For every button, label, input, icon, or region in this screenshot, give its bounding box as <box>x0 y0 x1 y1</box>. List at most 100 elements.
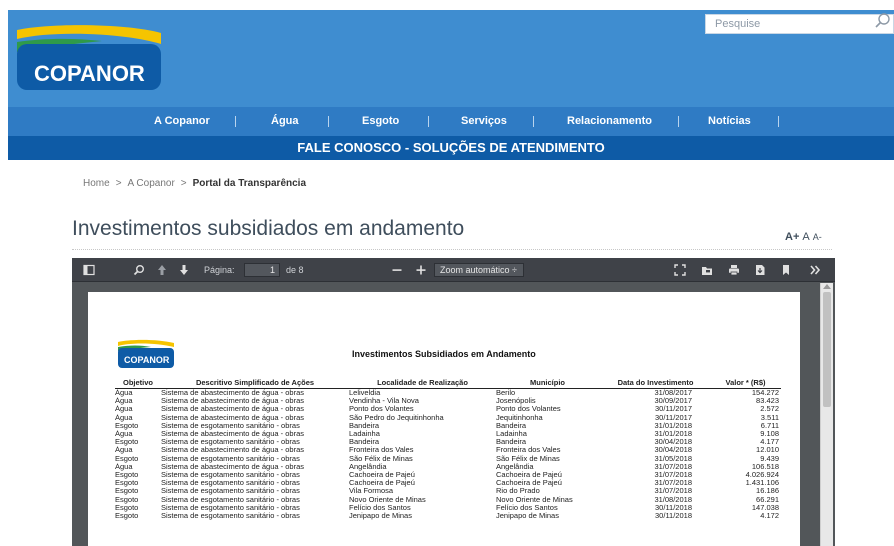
cell-objetivo: Esgoto <box>115 471 139 480</box>
nav-item-noticias[interactable]: Notícias <box>708 115 751 127</box>
find-icon[interactable] <box>132 263 146 277</box>
cell-objetivo: Água <box>115 397 133 406</box>
scroll-up-arrow[interactable] <box>823 284 831 289</box>
table-row: Esgoto Sistema de esgotamento sanitário -… <box>115 471 781 479</box>
logo-text: COPANOR <box>34 61 145 86</box>
next-page-icon[interactable] <box>177 263 191 277</box>
cell-data: 31/05/2018 <box>654 454 692 463</box>
pdf-page: COPANOR Investimentos Subsidiados em And… <box>88 292 800 546</box>
table-row: Esgoto Sistema de esgotamento sanitário -… <box>115 422 781 430</box>
cell-localidade: Angelândia <box>349 462 387 471</box>
cell-localidade: Cachoeira de Pajeú <box>349 479 415 488</box>
zoom-select[interactable]: Zoom automático ÷ <box>434 263 524 277</box>
search-input[interactable] <box>705 14 894 34</box>
cell-data: 31/01/2018 <box>654 421 692 430</box>
cell-municipio: Felício dos Santos <box>496 503 558 512</box>
bookmark-icon[interactable] <box>779 263 793 277</box>
cell-objetivo: Água <box>115 413 133 422</box>
breadcrumb-a-copanor[interactable]: A Copanor <box>128 178 175 189</box>
cell-data: 30/04/2018 <box>654 438 692 447</box>
cell-localidade: Jenipapo de Minas <box>349 512 412 521</box>
presentation-mode-icon[interactable] <box>673 263 687 277</box>
page-label: Página: <box>204 265 235 275</box>
font-increase-button[interactable]: A+ <box>785 231 799 243</box>
cell-objetivo: Água <box>115 388 133 397</box>
previous-page-icon[interactable] <box>155 263 169 277</box>
cell-valor: 1.431.106 <box>745 479 779 488</box>
cell-localidade: Ponto dos Volantes <box>349 405 414 414</box>
nav-separator <box>678 116 679 127</box>
page-title: Investimentos subsidiados em andamento <box>72 217 465 240</box>
breadcrumb-separator: > <box>115 178 122 189</box>
main-navigation: A Copanor Água Esgoto Serviços Relaciona… <box>8 107 894 136</box>
cell-valor: 6.711 <box>760 421 779 430</box>
cell-municipio: São Félix de Minas <box>496 454 560 463</box>
table-row: Esgoto Sistema de esgotamento sanitário -… <box>115 438 781 446</box>
page-number-input[interactable] <box>244 263 280 277</box>
nav-separator <box>328 116 329 127</box>
cell-municipio: Rio do Prado <box>496 487 540 496</box>
cell-localidade: Bandeira <box>349 438 380 447</box>
cell-municipio: Cachoeira de Pajeú <box>496 479 562 488</box>
cell-descritivo: Sistema de esgotamento sanitário - obras <box>161 512 300 521</box>
cell-descritivo: Sistema de esgotamento sanitário - obras <box>161 471 300 480</box>
cell-data: 30/11/2018 <box>655 512 692 521</box>
cell-valor: 66.291 <box>756 495 779 504</box>
cell-descritivo: Sistema de esgotamento sanitário - obras <box>161 487 300 496</box>
cell-descritivo: Sistema de esgotamento sanitário - obras <box>161 454 300 463</box>
cell-data: 30/11/2017 <box>655 405 692 414</box>
nav-item-relacionamento[interactable]: Relacionamento <box>567 115 652 127</box>
cell-municipio: Cachoeira de Pajeú <box>496 471 562 480</box>
nav-item-esgoto[interactable]: Esgoto <box>362 115 399 127</box>
cell-descritivo: Sistema de abastecimento de água - obras <box>161 405 305 414</box>
nav-item-agua[interactable]: Água <box>271 115 299 127</box>
cell-descritivo: Sistema de abastecimento de água - obras <box>161 413 305 422</box>
nav-separator <box>533 116 534 127</box>
zoom-in-icon[interactable] <box>414 263 428 277</box>
table-row: Água Sistema de abastecimento de água - o… <box>115 389 781 398</box>
cell-localidade: Vila Formosa <box>349 487 394 496</box>
cell-valor: 9.439 <box>760 454 779 463</box>
cell-objetivo: Água <box>115 405 133 414</box>
cell-valor: 4.026.924 <box>745 471 779 480</box>
cell-data: 31/07/2018 <box>654 471 692 480</box>
download-icon[interactable] <box>753 263 767 277</box>
open-file-icon[interactable] <box>700 263 714 277</box>
cell-localidade: Vendinha - Vila Nova <box>349 397 419 406</box>
investments-table: Objetivo Descritivo Simplificado de Açõe… <box>115 378 781 520</box>
print-icon[interactable] <box>727 263 741 277</box>
cell-data: 31/08/2017 <box>654 388 692 397</box>
column-header-valor: Valor * (R$) <box>712 378 781 389</box>
cell-valor: 4.172 <box>760 512 779 521</box>
table-row: Esgoto Sistema de esgotamento sanitário -… <box>115 455 781 463</box>
table-row: Esgoto Sistema de esgotamento sanitário -… <box>115 487 781 495</box>
breadcrumb-home[interactable]: Home <box>83 178 110 189</box>
pdf-viewer: Página: de 8 Zoom automático ÷ <box>72 258 835 546</box>
fale-conosco-banner[interactable]: FALE CONOSCO - SOLUÇÕES DE ATENDIMENTO <box>8 136 894 160</box>
nav-separator <box>428 116 429 127</box>
table-row: Água Sistema de abastecimento de água - o… <box>115 446 781 454</box>
title-divider <box>72 249 832 250</box>
cell-municipio: Ponto dos Volantes <box>496 405 561 414</box>
copanor-logo[interactable]: COPANOR <box>14 24 164 92</box>
table-row: Esgoto Sistema de esgotamento sanitário -… <box>115 504 781 512</box>
font-reset-button[interactable]: A <box>802 231 809 243</box>
scrollbar-thumb[interactable] <box>823 292 831 407</box>
tools-chevron-icon[interactable] <box>808 263 822 277</box>
cell-valor: 12.010 <box>756 446 779 455</box>
cell-objetivo: Esgoto <box>115 512 139 521</box>
font-decrease-button[interactable]: A- <box>813 232 822 242</box>
sidebar-toggle-icon[interactable] <box>82 263 96 277</box>
cell-valor: 16.186 <box>756 487 779 496</box>
nav-item-servicos[interactable]: Serviços <box>461 115 507 127</box>
cell-descritivo: Sistema de esgotamento sanitário - obras <box>161 495 300 504</box>
cell-municipio: Fronteira dos Vales <box>496 446 561 455</box>
cell-municipio: Angelândia <box>496 462 534 471</box>
cell-objetivo: Esgoto <box>115 454 139 463</box>
nav-item-a-copanor[interactable]: A Copanor <box>154 115 210 127</box>
cell-valor: 3.511 <box>760 413 779 422</box>
viewer-scrollbar[interactable] <box>820 283 833 546</box>
search-icon[interactable] <box>874 12 892 30</box>
zoom-out-icon[interactable] <box>390 263 404 277</box>
cell-data: 31/07/2018 <box>654 479 692 488</box>
